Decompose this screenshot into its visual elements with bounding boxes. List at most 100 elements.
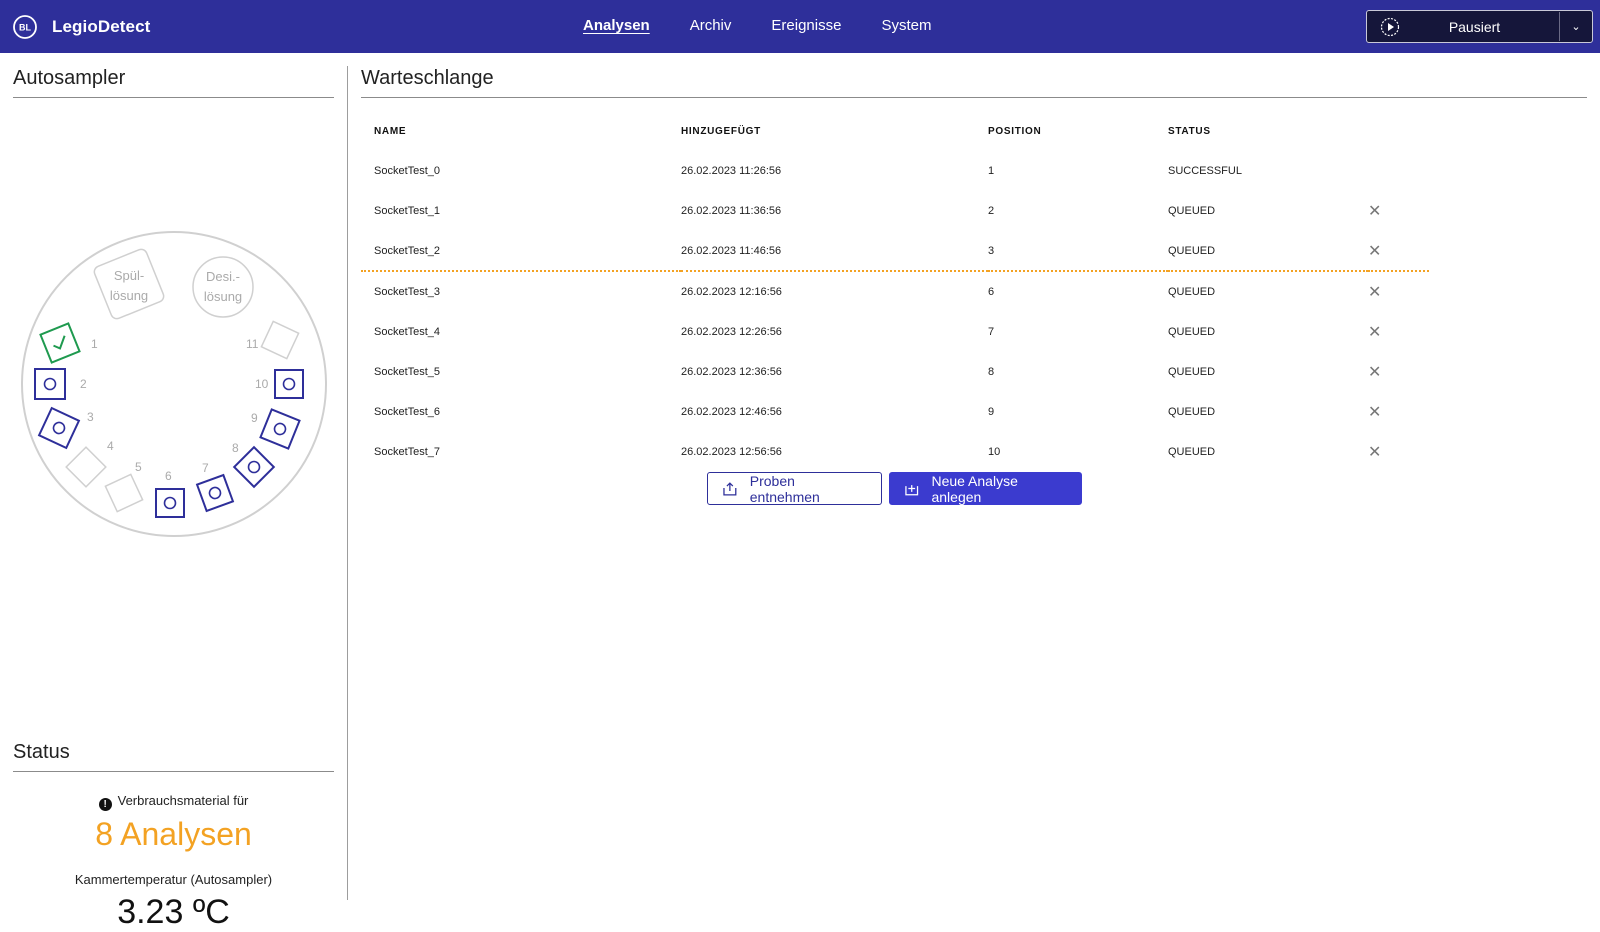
slot-number-1: 1 (91, 337, 98, 351)
slot-6[interactable] (155, 488, 185, 518)
slot-number-10: 10 (255, 377, 269, 391)
row-added: 26.02.2023 12:46:56 (681, 406, 782, 418)
row-actions (1368, 151, 1429, 191)
slot-number-6: 6 (165, 469, 172, 483)
desinfect-label-1: Desi.- (206, 269, 240, 284)
table-row[interactable]: SocketTest_5 26.02.2023 12:36:56 8 QUEUE… (361, 352, 1429, 392)
logo-icon: BL (13, 15, 37, 39)
close-icon[interactable]: ✕ (1368, 404, 1381, 421)
table-row[interactable]: SocketTest_3 26.02.2023 12:16:56 6 QUEUE… (361, 272, 1429, 312)
column-header-added[interactable]: HINZUGEFÜGT (681, 111, 988, 151)
slot-number-2: 2 (80, 377, 87, 391)
take-samples-label: Proben entnehmen (749, 472, 820, 505)
main-nav: Analysen Archiv Ereignisse System (583, 17, 971, 34)
take-samples-button[interactable]: Proben entnehmen (707, 472, 882, 505)
panel-divider (347, 66, 348, 900)
row-name: SocketTest_0 (374, 165, 441, 177)
row-status: SUCCESSFUL (1168, 165, 1242, 177)
row-name: SocketTest_7 (374, 446, 441, 458)
row-added: 26.02.2023 11:46:56 (681, 244, 782, 257)
row-added: 26.02.2023 11:36:56 (681, 205, 782, 217)
temperature-label: Kammertemperatur (Autosampler) (74, 872, 273, 887)
slot-2[interactable] (34, 368, 66, 400)
table-row[interactable]: SocketTest_7 26.02.2023 12:56:56 10 QUEU… (361, 432, 1429, 472)
export-icon (723, 481, 737, 496)
row-added: 26.02.2023 12:36:56 (681, 366, 782, 378)
table-row[interactable]: SocketTest_0 26.02.2023 11:26:56 1 SUCCE… (361, 151, 1429, 191)
row-status: QUEUED (1168, 366, 1216, 378)
column-header-name[interactable]: NAME (361, 111, 681, 151)
top-bar: BL LegioDetect Analysen Archiv Ereigniss… (0, 0, 1600, 53)
new-analysis-label: Neue Analyse anlegen (931, 472, 1018, 505)
nav-system[interactable]: System (881, 17, 931, 34)
row-name: SocketTest_2 (374, 244, 441, 257)
analyses-left: 8 Analysen (95, 816, 252, 852)
column-header-status[interactable]: STATUS (1168, 111, 1368, 151)
close-icon[interactable]: ✕ (1368, 203, 1381, 220)
status-divider (13, 771, 334, 772)
column-header-position[interactable]: POSITION (988, 111, 1168, 151)
row-added: 26.02.2023 12:26:56 (681, 326, 782, 338)
warning-icon: ! (98, 798, 112, 811)
close-icon[interactable]: ✕ (1368, 364, 1381, 381)
row-added: 26.02.2023 12:16:56 (681, 286, 782, 298)
row-actions: ✕ (1368, 352, 1429, 392)
run-control[interactable]: Pausiert ⌄ (1366, 10, 1593, 43)
table-row[interactable]: SocketTest_6 26.02.2023 12:46:56 9 QUEUE… (361, 392, 1429, 432)
consumables-text: Verbrauchsmaterial für (117, 793, 249, 808)
row-actions: ✕ (1368, 272, 1429, 312)
consumables-info: ! Verbrauchsmaterial für (13, 793, 334, 811)
table-row[interactable]: SocketTest_2 26.02.2023 11:46:56 3 QUEUE… (361, 231, 1429, 271)
brand[interactable]: BL LegioDetect (12, 14, 150, 40)
row-actions: ✕ (1368, 392, 1429, 432)
status-title: Status (13, 741, 70, 763)
row-position: 10 (988, 446, 1001, 458)
row-added: 26.02.2023 11:26:56 (681, 165, 782, 177)
queue-table: NAME HINZUGEFÜGT POSITION STATUS SocketT… (361, 111, 1429, 472)
desinfection-solution-slot[interactable]: Desi.- lösung (192, 256, 254, 318)
row-position: 7 (988, 326, 995, 338)
slot-number-9: 9 (251, 411, 258, 425)
table-row[interactable]: SocketTest_4 26.02.2023 12:26:56 7 QUEUE… (361, 312, 1429, 352)
close-icon[interactable]: ✕ (1368, 444, 1381, 461)
row-status: QUEUED (1168, 446, 1216, 458)
chevron-down-icon[interactable]: ⌄ (1560, 20, 1592, 33)
row-actions: ✕ (1368, 432, 1429, 472)
run-status-label: Pausiert (1448, 18, 1501, 35)
slot-number-11: 11 (246, 337, 259, 351)
close-icon[interactable]: ✕ (1368, 243, 1381, 260)
nav-archiv[interactable]: Archiv (690, 17, 732, 34)
slot-number-8: 8 (232, 441, 239, 455)
row-position: 3 (988, 244, 995, 257)
table-header-row: NAME HINZUGEFÜGT POSITION STATUS (361, 111, 1429, 151)
row-position: 6 (988, 286, 995, 298)
desinfect-label-2: lösung (204, 289, 242, 304)
nav-analysen[interactable]: Analysen (583, 17, 650, 34)
close-icon[interactable]: ✕ (1368, 284, 1381, 301)
row-status: QUEUED (1168, 205, 1216, 217)
temperature-value: 3.23 ºC (117, 893, 230, 931)
row-name: SocketTest_5 (374, 366, 441, 378)
row-position: 2 (988, 205, 995, 217)
row-status: QUEUED (1168, 326, 1216, 338)
autosampler-divider (13, 97, 334, 98)
table-row[interactable]: SocketTest_1 26.02.2023 11:36:56 2 QUEUE… (361, 191, 1429, 231)
play-icon[interactable] (1380, 17, 1400, 37)
new-analysis-button[interactable]: Neue Analyse anlegen (889, 472, 1082, 505)
rinse-label-2: lösung (110, 288, 148, 303)
row-position: 1 (988, 165, 995, 177)
row-name: SocketTest_3 (374, 286, 441, 298)
row-position: 9 (988, 406, 995, 418)
slot-10[interactable] (274, 369, 304, 399)
rinse-label-1: Spül- (114, 268, 144, 283)
close-icon[interactable]: ✕ (1368, 324, 1381, 341)
autosampler-carousel: Spül- lösung Desi.- lösung 1 2 3 4 5 6 7… (21, 231, 327, 537)
add-box-icon (905, 484, 919, 495)
row-actions: ✕ (1368, 191, 1429, 231)
queue-divider (361, 97, 1587, 98)
autosampler-title: Autosampler (13, 67, 126, 89)
nav-ereignisse[interactable]: Ereignisse (771, 17, 841, 34)
app-name: LegioDetect (52, 17, 151, 36)
row-added: 26.02.2023 12:56:56 (681, 446, 782, 458)
row-status: QUEUED (1168, 406, 1216, 418)
